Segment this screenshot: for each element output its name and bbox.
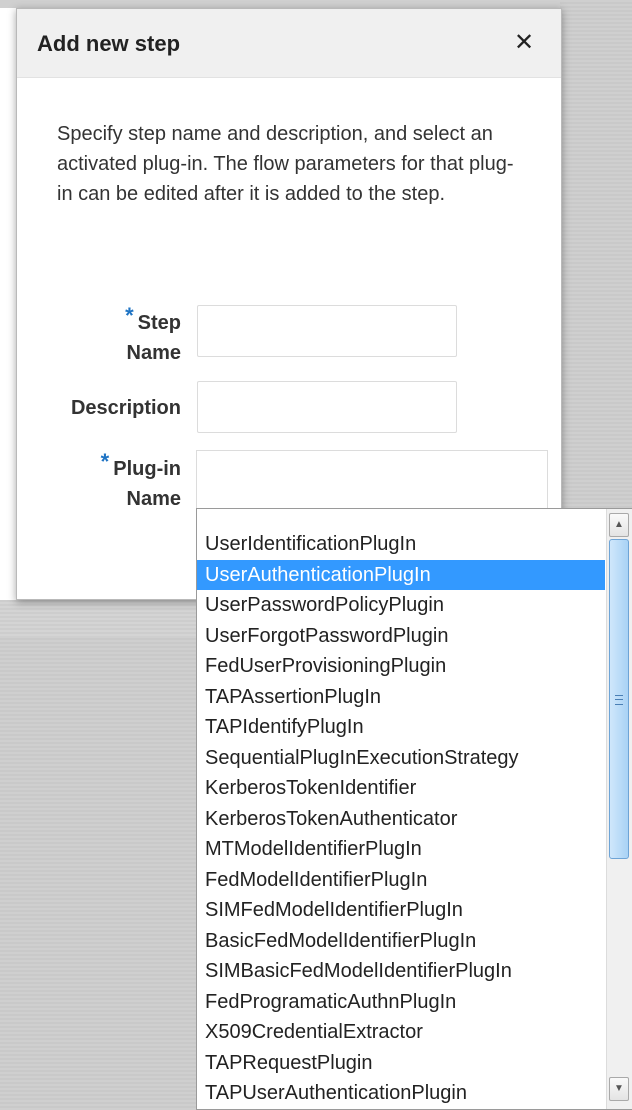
dialog-instructions: Specify step name and description, and s… <box>57 123 514 205</box>
plugin-options: UserIdentificationPlugIn UserAuthenticati… <box>197 529 605 1109</box>
description-input[interactable] <box>197 381 457 433</box>
dropdown-option[interactable]: UserIdentificationPlugIn <box>197 529 605 560</box>
dropdown-option[interactable]: MTModelIdentifierPlugIn <box>197 834 605 865</box>
dropdown-option[interactable]: UserForgotPasswordPlugin <box>197 621 605 652</box>
dropdown-scrollbar[interactable]: ▲ ▼ <box>606 509 632 1109</box>
dropdown-option[interactable]: TAPUserAuthenticationPlugin <box>197 1078 605 1109</box>
dropdown-option[interactable]: X509CredentialExtractor <box>197 1017 605 1048</box>
dropdown-option[interactable]: BasicFedModelIdentifierPlugIn <box>197 926 605 957</box>
required-marker: * <box>100 449 110 474</box>
plugin-name-label: * Plug-in Name <box>100 449 181 510</box>
dropdown-option[interactable]: FedModelIdentifierPlugIn <box>197 865 605 896</box>
dropdown-option[interactable]: TAPRequestPlugin <box>197 1048 605 1079</box>
plugin-dropdown-list[interactable]: UserIdentificationPlugIn UserAuthenticati… <box>196 508 632 1110</box>
scroll-grip-icon <box>615 695 623 705</box>
dropdown-option[interactable]: TAPAssertionPlugIn <box>197 682 605 713</box>
scroll-up-arrow-icon[interactable]: ▲ <box>609 513 629 537</box>
dropdown-option[interactable]: SIMFedModelIdentifierPlugIn <box>197 895 605 926</box>
dropdown-option[interactable]: SIMBasicFedModelIdentifierPlugIn <box>197 956 605 987</box>
dropdown-option[interactable]: KerberosTokenAuthenticator <box>197 804 605 835</box>
page-background-top <box>0 0 632 8</box>
dropdown-option[interactable]: TAPIdentifyPlugIn <box>197 712 605 743</box>
dropdown-option[interactable]: UserPasswordPolicyPlugin <box>197 590 605 621</box>
scroll-down-arrow-icon[interactable]: ▼ <box>609 1077 629 1101</box>
dropdown-option[interactable]: KerberosTokenIdentifier <box>197 773 605 804</box>
scrollbar-thumb[interactable] <box>609 539 629 859</box>
step-name-label: * Step Name <box>125 303 181 364</box>
dropdown-option[interactable]: SequentialPlugInExecutionStrategy <box>197 743 605 774</box>
required-marker: * <box>125 303 134 328</box>
plugin-name-select[interactable] <box>196 450 548 508</box>
close-icon[interactable]: ✕ <box>513 31 535 55</box>
dropdown-option[interactable]: UserAuthenticationPlugIn <box>197 559 605 590</box>
dialog-header: Add new step ✕ <box>17 9 561 78</box>
step-name-input[interactable] <box>197 305 457 357</box>
dialog-title: Add new step <box>37 31 181 56</box>
dropdown-option[interactable]: FedProgramaticAuthnPlugIn <box>197 987 605 1018</box>
description-label: Description <box>70 397 181 419</box>
dropdown-option[interactable]: FedUserProvisioningPlugin <box>197 651 605 682</box>
